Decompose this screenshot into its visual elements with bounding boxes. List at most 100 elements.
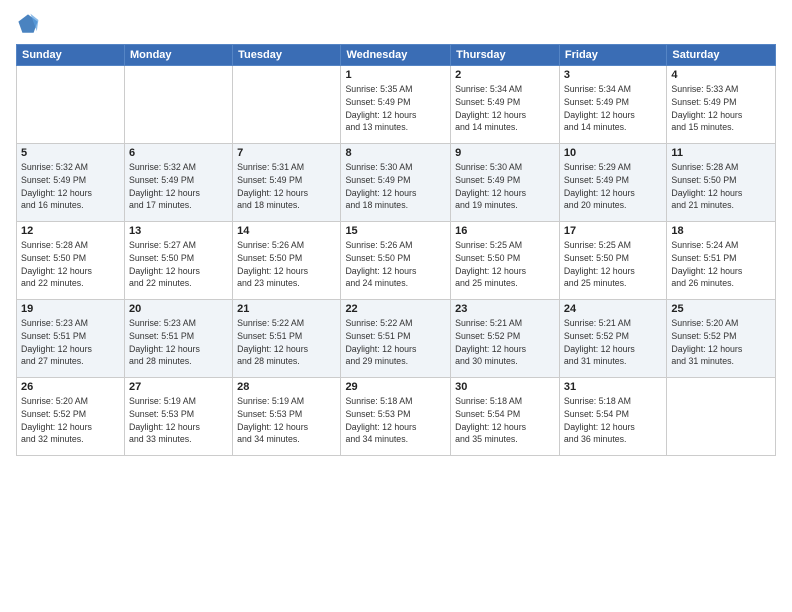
day-number: 15 xyxy=(345,225,446,237)
day-number: 1 xyxy=(345,69,446,81)
day-info: Sunrise: 5:33 AM Sunset: 5:49 PM Dayligh… xyxy=(671,83,771,134)
day-number: 10 xyxy=(564,147,662,159)
day-info: Sunrise: 5:19 AM Sunset: 5:53 PM Dayligh… xyxy=(237,395,336,446)
day-info: Sunrise: 5:18 AM Sunset: 5:53 PM Dayligh… xyxy=(345,395,446,446)
day-info: Sunrise: 5:26 AM Sunset: 5:50 PM Dayligh… xyxy=(345,239,446,290)
logo-icon xyxy=(16,12,40,36)
day-number: 17 xyxy=(564,225,662,237)
calendar-cell: 10 Sunrise: 5:29 AM Sunset: 5:49 PM Dayli… xyxy=(559,144,666,222)
day-info: Sunrise: 5:35 AM Sunset: 5:49 PM Dayligh… xyxy=(345,83,446,134)
calendar-cell: 18 Sunrise: 5:24 AM Sunset: 5:51 PM Dayli… xyxy=(667,222,776,300)
day-number: 18 xyxy=(671,225,771,237)
calendar-cell: 14 Sunrise: 5:26 AM Sunset: 5:50 PM Dayli… xyxy=(233,222,341,300)
day-number: 2 xyxy=(455,69,555,81)
calendar-cell: 7 Sunrise: 5:31 AM Sunset: 5:49 PM Daylig… xyxy=(233,144,341,222)
day-info: Sunrise: 5:23 AM Sunset: 5:51 PM Dayligh… xyxy=(129,317,228,368)
calendar-cell: 1 Sunrise: 5:35 AM Sunset: 5:49 PM Daylig… xyxy=(341,66,451,144)
calendar-cell: 20 Sunrise: 5:23 AM Sunset: 5:51 PM Dayli… xyxy=(124,300,232,378)
weekday-header-thursday: Thursday xyxy=(451,45,560,66)
day-number: 31 xyxy=(564,381,662,393)
calendar-cell xyxy=(124,66,232,144)
day-number: 3 xyxy=(564,69,662,81)
day-info: Sunrise: 5:22 AM Sunset: 5:51 PM Dayligh… xyxy=(237,317,336,368)
day-number: 27 xyxy=(129,381,228,393)
weekday-header-wednesday: Wednesday xyxy=(341,45,451,66)
calendar-cell xyxy=(667,378,776,456)
calendar-cell: 13 Sunrise: 5:27 AM Sunset: 5:50 PM Dayli… xyxy=(124,222,232,300)
day-info: Sunrise: 5:28 AM Sunset: 5:50 PM Dayligh… xyxy=(671,161,771,212)
day-info: Sunrise: 5:20 AM Sunset: 5:52 PM Dayligh… xyxy=(21,395,120,446)
calendar-cell: 19 Sunrise: 5:23 AM Sunset: 5:51 PM Dayli… xyxy=(17,300,125,378)
calendar-cell: 4 Sunrise: 5:33 AM Sunset: 5:49 PM Daylig… xyxy=(667,66,776,144)
day-info: Sunrise: 5:25 AM Sunset: 5:50 PM Dayligh… xyxy=(455,239,555,290)
calendar-cell: 26 Sunrise: 5:20 AM Sunset: 5:52 PM Dayli… xyxy=(17,378,125,456)
day-number: 25 xyxy=(671,303,771,315)
calendar-cell: 16 Sunrise: 5:25 AM Sunset: 5:50 PM Dayli… xyxy=(451,222,560,300)
day-number: 14 xyxy=(237,225,336,237)
day-number: 8 xyxy=(345,147,446,159)
day-info: Sunrise: 5:32 AM Sunset: 5:49 PM Dayligh… xyxy=(21,161,120,212)
weekday-header-row: SundayMondayTuesdayWednesdayThursdayFrid… xyxy=(17,45,776,66)
day-info: Sunrise: 5:30 AM Sunset: 5:49 PM Dayligh… xyxy=(455,161,555,212)
header xyxy=(16,12,776,36)
day-number: 13 xyxy=(129,225,228,237)
day-info: Sunrise: 5:28 AM Sunset: 5:50 PM Dayligh… xyxy=(21,239,120,290)
weekday-header-tuesday: Tuesday xyxy=(233,45,341,66)
calendar-week-row: 12 Sunrise: 5:28 AM Sunset: 5:50 PM Dayli… xyxy=(17,222,776,300)
day-number: 7 xyxy=(237,147,336,159)
calendar-cell: 12 Sunrise: 5:28 AM Sunset: 5:50 PM Dayli… xyxy=(17,222,125,300)
day-number: 12 xyxy=(21,225,120,237)
calendar-cell: 27Sunrise: 5:19 AM Sunset: 5:53 PM Dayli… xyxy=(124,378,232,456)
day-number: 19 xyxy=(21,303,120,315)
calendar-cell: 8 Sunrise: 5:30 AM Sunset: 5:49 PM Daylig… xyxy=(341,144,451,222)
day-info: Sunrise: 5:18 AM Sunset: 5:54 PM Dayligh… xyxy=(455,395,555,446)
day-info: Sunrise: 5:27 AM Sunset: 5:50 PM Dayligh… xyxy=(129,239,228,290)
day-number: 9 xyxy=(455,147,555,159)
calendar-cell: 25 Sunrise: 5:20 AM Sunset: 5:52 PM Dayli… xyxy=(667,300,776,378)
day-info: Sunrise: 5:18 AM Sunset: 5:54 PM Dayligh… xyxy=(564,395,662,446)
day-number: 23 xyxy=(455,303,555,315)
day-number: 26 xyxy=(21,381,120,393)
calendar-cell: 9 Sunrise: 5:30 AM Sunset: 5:49 PM Daylig… xyxy=(451,144,560,222)
day-number: 20 xyxy=(129,303,228,315)
day-info: Sunrise: 5:32 AM Sunset: 5:49 PM Dayligh… xyxy=(129,161,228,212)
calendar-table: SundayMondayTuesdayWednesdayThursdayFrid… xyxy=(16,44,776,456)
day-info: Sunrise: 5:26 AM Sunset: 5:50 PM Dayligh… xyxy=(237,239,336,290)
calendar-cell: 3 Sunrise: 5:34 AM Sunset: 5:49 PM Daylig… xyxy=(559,66,666,144)
calendar-cell: 6 Sunrise: 5:32 AM Sunset: 5:49 PM Daylig… xyxy=(124,144,232,222)
calendar-cell: 28 Sunrise: 5:19 AM Sunset: 5:53 PM Dayli… xyxy=(233,378,341,456)
calendar-week-row: 19 Sunrise: 5:23 AM Sunset: 5:51 PM Dayli… xyxy=(17,300,776,378)
calendar-cell xyxy=(17,66,125,144)
day-info: Sunrise: 5:23 AM Sunset: 5:51 PM Dayligh… xyxy=(21,317,120,368)
day-number: 6 xyxy=(129,147,228,159)
day-info: Sunrise: 5:24 AM Sunset: 5:51 PM Dayligh… xyxy=(671,239,771,290)
calendar-cell: 5 Sunrise: 5:32 AM Sunset: 5:49 PM Daylig… xyxy=(17,144,125,222)
day-info: Sunrise: 5:21 AM Sunset: 5:52 PM Dayligh… xyxy=(455,317,555,368)
calendar-cell: 24Sunrise: 5:21 AM Sunset: 5:52 PM Dayli… xyxy=(559,300,666,378)
calendar-cell: 23 Sunrise: 5:21 AM Sunset: 5:52 PM Dayli… xyxy=(451,300,560,378)
calendar-cell: 17 Sunrise: 5:25 AM Sunset: 5:50 PM Dayli… xyxy=(559,222,666,300)
day-number: 5 xyxy=(21,147,120,159)
day-number: 16 xyxy=(455,225,555,237)
day-number: 28 xyxy=(237,381,336,393)
day-info: Sunrise: 5:25 AM Sunset: 5:50 PM Dayligh… xyxy=(564,239,662,290)
day-number: 4 xyxy=(671,69,771,81)
day-number: 22 xyxy=(345,303,446,315)
day-info: Sunrise: 5:31 AM Sunset: 5:49 PM Dayligh… xyxy=(237,161,336,212)
calendar-cell: 15 Sunrise: 5:26 AM Sunset: 5:50 PM Dayli… xyxy=(341,222,451,300)
day-info: Sunrise: 5:22 AM Sunset: 5:51 PM Dayligh… xyxy=(345,317,446,368)
day-number: 21 xyxy=(237,303,336,315)
day-info: Sunrise: 5:29 AM Sunset: 5:49 PM Dayligh… xyxy=(564,161,662,212)
day-number: 11 xyxy=(671,147,771,159)
calendar-week-row: 1 Sunrise: 5:35 AM Sunset: 5:49 PM Daylig… xyxy=(17,66,776,144)
logo xyxy=(16,12,44,36)
calendar-cell: 21 Sunrise: 5:22 AM Sunset: 5:51 PM Dayli… xyxy=(233,300,341,378)
calendar-cell: 29 Sunrise: 5:18 AM Sunset: 5:53 PM Dayli… xyxy=(341,378,451,456)
day-info: Sunrise: 5:30 AM Sunset: 5:49 PM Dayligh… xyxy=(345,161,446,212)
day-number: 29 xyxy=(345,381,446,393)
calendar-cell: 2Sunrise: 5:34 AM Sunset: 5:49 PM Daylig… xyxy=(451,66,560,144)
weekday-header-saturday: Saturday xyxy=(667,45,776,66)
day-info: Sunrise: 5:20 AM Sunset: 5:52 PM Dayligh… xyxy=(671,317,771,368)
weekday-header-sunday: Sunday xyxy=(17,45,125,66)
day-info: Sunrise: 5:34 AM Sunset: 5:49 PM Dayligh… xyxy=(564,83,662,134)
